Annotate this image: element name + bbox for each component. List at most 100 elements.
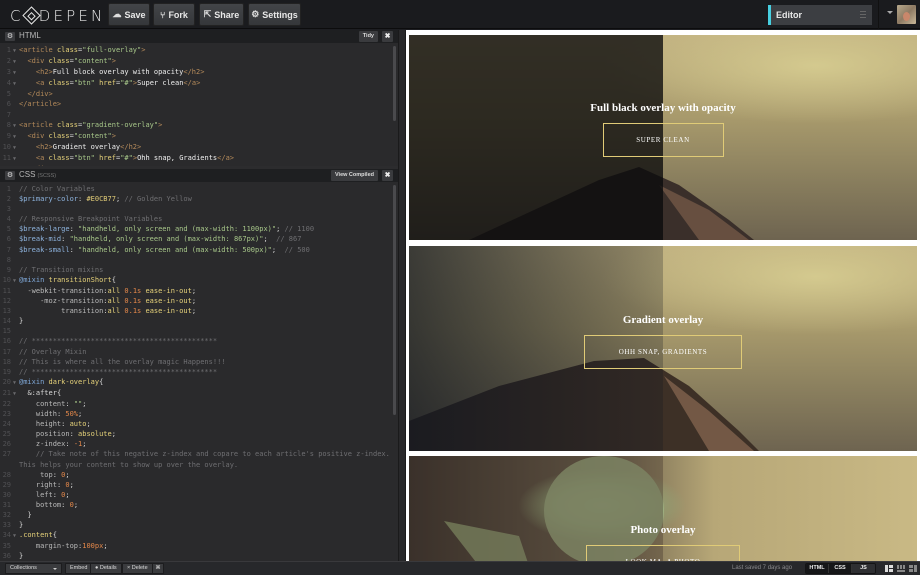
code-line[interactable]: 35 margin-top:100px; [0,541,398,551]
code-line[interactable]: 25 position: absolute; [0,429,398,439]
code-text: &:after{ [27,388,62,397]
code-line[interactable]: 36} [0,551,398,561]
html-scrollbar[interactable] [393,46,396,121]
delete-button[interactable]: × Delete [122,563,153,574]
code-line[interactable]: 29 right: 0; [0,480,398,490]
code-line[interactable]: 12 </div> [0,164,398,166]
code-line[interactable]: 16 // ***********************************… [0,336,398,346]
code-line[interactable]: This helps your content to show up over … [0,460,398,470]
super-clean-button[interactable]: Super clean [602,123,724,157]
code-line[interactable]: 5 </div> [0,89,398,99]
html-code-editor[interactable]: 1 ▼ <article class="full-overlay"> 2 ▼ <div … [0,43,398,166]
line-number: 4 [6,79,11,88]
code-line[interactable]: 1 // Color Variables [0,184,398,194]
code-line[interactable]: 20 ▼ @mixin dark-overlay{ [0,377,398,388]
user-avatar[interactable] [897,5,916,24]
gradients-button[interactable]: Ohh snap, Gradients [584,335,742,369]
code-line[interactable]: 21 ▼ &:after{ [0,388,398,399]
keyboard-shortcuts-icon[interactable]: ⌘ [152,563,164,574]
fork-button[interactable]: ⑂ Fork [153,3,195,26]
editor-preview-resizer[interactable] [398,30,406,561]
code-line[interactable]: 10 ▼ <h2>Gradient overlay</h2> [0,142,398,153]
code-line[interactable]: 22 content: ""; [0,399,398,409]
code-line[interactable]: 8 [0,255,398,265]
code-line[interactable]: 1 ▼ <article class="full-overlay"> [0,45,398,56]
save-button[interactable]: ☁ Save [108,3,150,26]
codepen-logo[interactable]: C DEPEN [10,6,105,25]
css-scrollbar[interactable] [393,185,396,415]
line-number: 3 [6,205,11,214]
css-title-text: CSS [19,170,36,179]
collections-dropdown[interactable]: Collections [5,563,62,574]
code-line[interactable]: 32 } [0,510,398,520]
code-line[interactable]: 11 ▼ <a class="btn" href="#">Ohh snap, Gr… [0,153,398,164]
toggle-css[interactable]: CSS [829,564,852,573]
code-line[interactable]: 24 height: auto; [0,419,398,429]
photo-button[interactable]: Look ma, a photo [586,545,740,561]
toggle-html[interactable]: HTML [806,564,829,573]
code-line[interactable]: 26 z-index: -1; [0,439,398,449]
code-line[interactable]: 23 width: 50%; [0,409,398,419]
line-number: 5 [6,90,11,99]
css-code-editor[interactable]: 1 // Color Variables 2 $primary-color: #E0C… [0,182,398,561]
code-line[interactable]: 6 </article> [0,99,398,109]
code-line[interactable]: 7 [0,110,398,120]
code-line[interactable]: 10 ▼ @mixin transitionShort{ [0,275,398,286]
layout-right-icon[interactable] [909,565,917,572]
html-pane-close-icon[interactable]: ✖ [382,31,393,42]
code-line[interactable]: 3 [0,204,398,214]
code-line[interactable]: 6 $break-mid: "handheld, only screen and … [0,234,398,244]
css-editor-pane: ⚙ CSS (SCSS) View Compiled ✖ 1 // Color Va… [0,169,398,561]
code-line[interactable]: 33} [0,520,398,530]
line-number: 1 [6,185,11,193]
code-line[interactable]: 4 // Responsive Breakpoint Variables [0,214,398,224]
code-line[interactable]: 11 -webkit-transition:all 0.1s ease-in-o… [0,286,398,296]
code-line[interactable]: 8 ▼ <article class="gradient-overlay"> [0,120,398,131]
code-line[interactable]: 7 $break-small: "handheld, only screen an… [0,245,398,255]
code-line[interactable]: 9 // Transition mixins [0,265,398,275]
code-text: <a class="btn" href="#">Ohh snap, Gradie… [35,153,234,162]
code-line[interactable]: 5 $break-large: "handheld, only screen an… [0,224,398,234]
speech-bubble-icon: ● [95,565,99,571]
code-line[interactable]: 34 ▼ .content{ [0,530,398,541]
code-line[interactable]: 31 bottom: 0; [0,500,398,510]
css-pane-close-icon[interactable]: ✖ [382,170,393,181]
toggle-js[interactable]: JS [852,564,875,573]
code-line[interactable]: 19 // ***********************************… [0,367,398,377]
line-number: 24 [2,420,11,429]
settings-button[interactable]: ⚙ Settings [248,3,301,26]
tidy-button[interactable]: Tidy [358,31,378,42]
line-number: 13 [2,307,11,316]
code-line[interactable]: 2 ▼ <div class="content"> [0,56,398,67]
view-mode-select[interactable]: Editor [768,5,872,25]
code-line[interactable]: 12 -moz-transition:all 0.1s ease-in-out; [0,296,398,306]
preview-pane: Full black overlay with opacity Super cl… [406,30,920,561]
code-line[interactable]: 28 top: 0; [0,470,398,480]
details-button[interactable]: ● Details [90,563,122,574]
code-line[interactable]: 27 // Take note of this negative z-index… [0,449,398,459]
code-line[interactable]: 2 $primary-color: #E0CB77; // Golden Yell… [0,194,398,204]
code-text: height: auto; [35,420,91,429]
code-line[interactable]: 15 [0,326,398,336]
view-compiled-button[interactable]: View Compiled [330,170,378,181]
layout-left-icon[interactable] [885,565,893,572]
code-line[interactable]: 30 left: 0; [0,490,398,500]
code-line[interactable]: 14} [0,316,398,326]
layout-top-icon[interactable] [897,565,905,572]
code-text: <article class="gradient-overlay"> [19,120,163,129]
css-settings-gear-icon[interactable]: ⚙ [5,171,15,180]
codepen-app: C DEPEN ☁ Save ⑂ Fork ⇱ Share ⚙ Settings … [0,0,920,575]
html-settings-gear-icon[interactable]: ⚙ [5,32,15,41]
code-line[interactable]: 13 transition:all 0.1s ease-in-out; [0,306,398,316]
share-button[interactable]: ⇱ Share [199,3,244,26]
embed-button[interactable]: Embed [65,563,93,574]
details-label: Details [99,565,117,571]
line-number: 5 [6,225,11,234]
code-line[interactable]: 17 // Overlay Mixin [0,347,398,357]
code-line[interactable]: 4 ▼ <a class="btn" href="#">Super clean</… [0,78,398,89]
code-line[interactable]: 18 // This is where all the overlay magic… [0,357,398,367]
chevron-down-icon[interactable] [887,11,893,14]
code-line[interactable]: 3 ▼ <h2>Full block overlay with opacity</… [0,67,398,78]
code-text: This helps your content to show up over … [19,460,239,469]
code-line[interactable]: 9 ▼ <div class="content"> [0,131,398,142]
